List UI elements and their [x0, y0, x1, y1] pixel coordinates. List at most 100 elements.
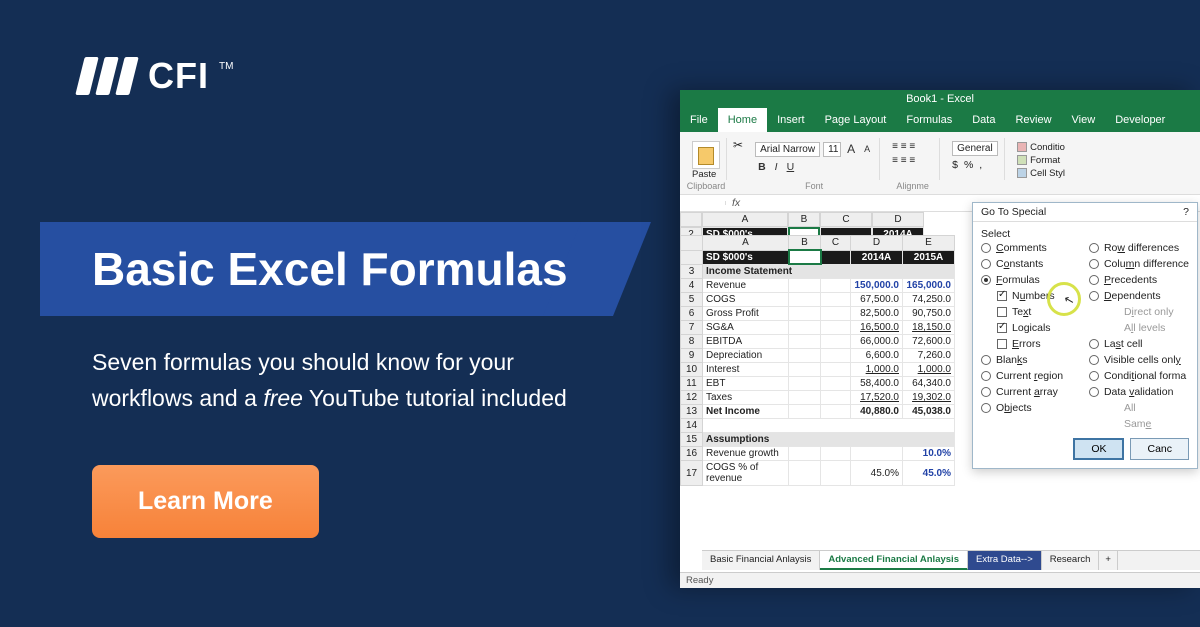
shrink-font-icon[interactable]: A: [861, 143, 873, 155]
tab-insert[interactable]: Insert: [767, 108, 815, 132]
tab-home[interactable]: Home: [718, 108, 767, 132]
sheet-tab[interactable]: Research: [1042, 551, 1100, 570]
cell[interactable]: 45.0%: [903, 461, 955, 486]
cell[interactable]: Revenue growth: [703, 447, 789, 461]
radio-option[interactable]: Column difference: [1089, 258, 1189, 270]
radio-option[interactable]: Current array: [981, 386, 1081, 398]
cell[interactable]: [789, 335, 821, 349]
cell[interactable]: 67,500.0: [851, 293, 903, 307]
tab-formulas[interactable]: Formulas: [896, 108, 962, 132]
cell[interactable]: 8: [681, 335, 703, 349]
cell[interactable]: [821, 307, 851, 321]
col-b[interactable]: B: [788, 212, 820, 227]
cell[interactable]: [789, 447, 821, 461]
checkbox-option[interactable]: Errors: [997, 338, 1081, 350]
col-d[interactable]: D: [872, 212, 924, 227]
cell[interactable]: [821, 349, 851, 363]
radio-option[interactable]: Last cell: [1089, 338, 1189, 350]
tab-pagelayout[interactable]: Page Layout: [815, 108, 897, 132]
cell[interactable]: [789, 363, 821, 377]
radio-option[interactable]: Objects: [981, 402, 1081, 414]
sheet-tab[interactable]: Extra Data-->: [968, 551, 1042, 570]
cell[interactable]: [821, 335, 851, 349]
underline-button[interactable]: U: [784, 160, 798, 174]
cell[interactable]: EBITDA: [703, 335, 789, 349]
format-table-button[interactable]: Format: [1017, 154, 1065, 167]
fx-icon[interactable]: fx: [726, 195, 746, 211]
cell[interactable]: 66,000.0: [851, 335, 903, 349]
font-name-input[interactable]: Arial Narrow: [755, 142, 820, 157]
paste-icon[interactable]: [692, 141, 720, 169]
cell[interactable]: COGS: [703, 293, 789, 307]
cell[interactable]: [821, 461, 851, 486]
cell[interactable]: [851, 447, 903, 461]
percent-icon[interactable]: %: [964, 159, 973, 171]
cell[interactable]: Net Income: [703, 405, 789, 419]
radio-option[interactable]: Row differences: [1089, 242, 1189, 254]
radio-option[interactable]: Current region: [981, 370, 1081, 382]
cell[interactable]: [789, 349, 821, 363]
cell[interactable]: [821, 447, 851, 461]
cell[interactable]: 10: [681, 363, 703, 377]
col-c[interactable]: C: [820, 212, 872, 227]
radio-option[interactable]: Constants: [981, 258, 1081, 270]
cell[interactable]: [821, 405, 851, 419]
cell[interactable]: 5: [681, 293, 703, 307]
radio-option[interactable]: Dependents: [1089, 290, 1189, 302]
radio-option[interactable]: Comments: [981, 242, 1081, 254]
grow-font-icon[interactable]: A: [844, 141, 858, 157]
cell[interactable]: 12: [681, 391, 703, 405]
radio-option[interactable]: Visible cells only: [1089, 354, 1189, 366]
cell[interactable]: Revenue: [703, 279, 789, 293]
cell[interactable]: [821, 391, 851, 405]
cell[interactable]: Interest: [703, 363, 789, 377]
tab-data[interactable]: Data: [962, 108, 1005, 132]
cell[interactable]: 45.0%: [851, 461, 903, 486]
conditional-formatting-button[interactable]: Conditio: [1017, 141, 1065, 154]
sheet-tab[interactable]: Basic Financial Anlaysis: [702, 551, 820, 570]
number-format[interactable]: General: [952, 141, 998, 156]
cell[interactable]: 17: [681, 461, 703, 486]
cancel-button[interactable]: Canc: [1130, 438, 1189, 460]
font-size-input[interactable]: 11: [823, 142, 841, 157]
cell[interactable]: [821, 279, 851, 293]
learn-more-button[interactable]: Learn More: [92, 465, 319, 538]
sheet-tab-active[interactable]: Advanced Financial Anlaysis: [820, 551, 968, 570]
cell[interactable]: 17,520.0: [851, 391, 903, 405]
tab-developer[interactable]: Developer: [1105, 108, 1175, 132]
col-a[interactable]: A: [702, 212, 788, 227]
cell[interactable]: 13: [681, 405, 703, 419]
radio-option[interactable]: Precedents: [1089, 274, 1189, 286]
radio-option[interactable]: Data validation: [1089, 386, 1189, 398]
cell[interactable]: EBT: [703, 377, 789, 391]
cell[interactable]: 4: [681, 279, 703, 293]
cell[interactable]: 11: [681, 377, 703, 391]
cell[interactable]: [821, 363, 851, 377]
cell[interactable]: 64,340.0: [903, 377, 955, 391]
cell-styles-button[interactable]: Cell Styl: [1017, 167, 1065, 180]
cut-icon[interactable]: ✂: [733, 138, 743, 180]
cell[interactable]: 19,302.0: [903, 391, 955, 405]
tab-view[interactable]: View: [1062, 108, 1106, 132]
cell[interactable]: SG&A: [703, 321, 789, 335]
cell[interactable]: 16,500.0: [851, 321, 903, 335]
cell[interactable]: 10.0%: [903, 447, 955, 461]
tab-file[interactable]: File: [680, 108, 718, 132]
name-box[interactable]: [680, 201, 726, 205]
cell[interactable]: 45,038.0: [903, 405, 955, 419]
cell[interactable]: COGS % of revenue: [703, 461, 789, 486]
cell[interactable]: [789, 377, 821, 391]
comma-icon[interactable]: ,: [979, 159, 982, 171]
cell[interactable]: 40,880.0: [851, 405, 903, 419]
cell[interactable]: 7,260.0: [903, 349, 955, 363]
ok-button[interactable]: OK: [1073, 438, 1124, 460]
cell[interactable]: 58,400.0: [851, 377, 903, 391]
radio-option[interactable]: Blanks: [981, 354, 1081, 366]
cell[interactable]: 74,250.0: [903, 293, 955, 307]
new-sheet-button[interactable]: +: [1099, 551, 1118, 570]
cell[interactable]: [789, 293, 821, 307]
cell[interactable]: [789, 307, 821, 321]
cell[interactable]: [789, 279, 821, 293]
cell[interactable]: 1,000.0: [903, 363, 955, 377]
checkbox-option[interactable]: Numbers: [997, 290, 1081, 302]
